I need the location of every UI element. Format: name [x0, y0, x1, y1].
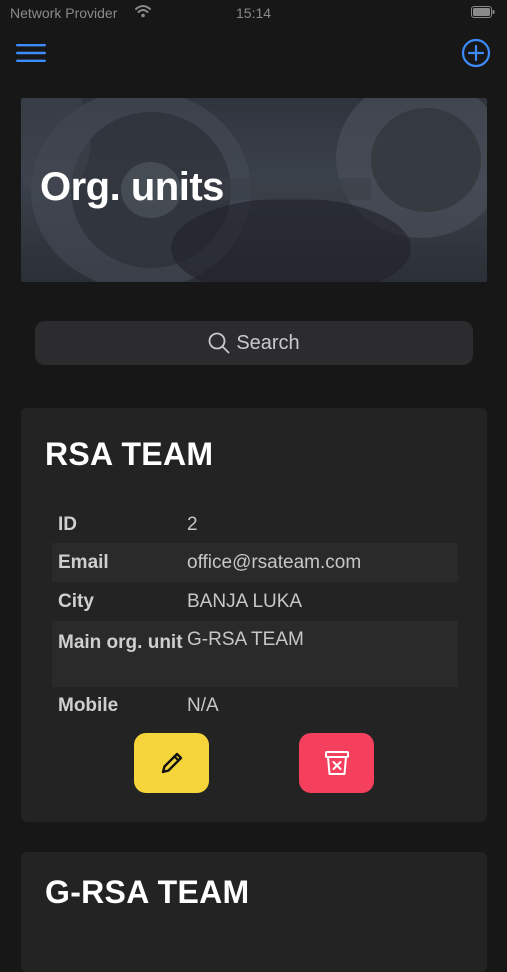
detail-row-email: Email office@rsateam.com [52, 543, 458, 582]
detail-row-mobile: Mobile N/A [52, 687, 458, 725]
detail-label: Main org. unit [58, 632, 183, 653]
detail-value: 2 [187, 513, 198, 535]
detail-value: N/A [187, 695, 219, 716]
wifi-icon [135, 5, 151, 18]
plus-circle-icon[interactable] [461, 38, 491, 68]
org-unit-title: RSA TEAM [45, 436, 214, 472]
detail-label: Mobile [58, 695, 119, 716]
search-placeholder: Search [236, 331, 300, 354]
org-unit-card: G-RSA TEAM [21, 852, 487, 972]
carrier-name: Network Provider [10, 5, 118, 21]
detail-label: ID [58, 513, 77, 535]
status-bar: Network Provider 15:14 [0, 0, 507, 28]
detail-label: City [58, 590, 94, 612]
detail-label: Email [58, 551, 109, 573]
detail-value: BANJA LUKA [187, 590, 303, 612]
battery-icon [471, 6, 495, 18]
search-icon [208, 332, 230, 354]
detail-value: office@rsateam.com [187, 551, 362, 573]
hero-banner: Org. units [21, 98, 487, 282]
page-title: Org. units [40, 165, 224, 209]
detail-row-main-org-unit: Main org. unit G-RSA TEAM [52, 621, 458, 687]
clock: 15:14 [236, 5, 272, 21]
trash-icon [324, 751, 349, 775]
detail-row-city: City BANJA LUKA [52, 582, 458, 621]
org-unit-title: G-RSA TEAM [45, 874, 250, 910]
pencil-icon [161, 752, 182, 774]
edit-button[interactable] [134, 733, 209, 793]
delete-button[interactable] [299, 733, 374, 793]
org-unit-details: ID 2 Email office@rsateam.com City BANJA… [52, 506, 458, 725]
detail-row-id: ID 2 [52, 506, 458, 543]
detail-value: G-RSA TEAM [187, 629, 304, 650]
search-bar[interactable]: Search [35, 321, 473, 365]
org-unit-card: RSA TEAM ID 2 Email office@rsateam.com C… [21, 408, 487, 822]
hamburger-icon[interactable] [16, 43, 46, 63]
